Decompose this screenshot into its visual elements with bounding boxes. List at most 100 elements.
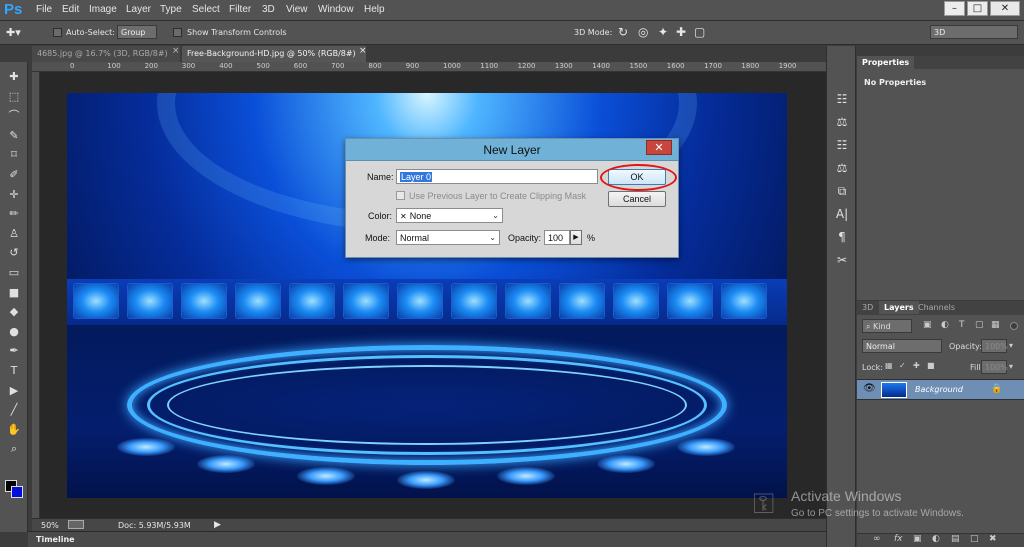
workspace-dropdown[interactable]: 3D bbox=[930, 25, 1018, 39]
lasso-tool-icon[interactable]: ⌒ bbox=[5, 107, 23, 124]
layer-name-input[interactable]: Layer 0 bbox=[396, 169, 598, 184]
close-tab-icon[interactable]: × bbox=[172, 46, 180, 56]
3d-slide-icon[interactable]: ✚ bbox=[676, 25, 686, 39]
document-tab-free-background[interactable]: Free-Background-HD.jpg @ 50% (RGB/8#) bbox=[182, 46, 366, 62]
status-icon[interactable] bbox=[68, 520, 84, 529]
hand-tool-icon[interactable]: ✋ bbox=[5, 421, 23, 438]
background-color-swatch[interactable] bbox=[11, 486, 23, 498]
dodge-tool-icon[interactable]: ● bbox=[5, 323, 23, 340]
line-tool-icon[interactable]: ╱ bbox=[5, 401, 23, 418]
fill-arrow-icon[interactable]: ▾ bbox=[1009, 362, 1013, 371]
color-select[interactable]: ✕ None ⌄ bbox=[396, 208, 503, 223]
healing-brush-tool-icon[interactable]: ✛ bbox=[5, 186, 23, 203]
panel-shortcut-icon[interactable]: ⚖ bbox=[833, 159, 851, 177]
menu-type[interactable]: Type bbox=[160, 4, 182, 15]
menu-select[interactable]: Select bbox=[192, 4, 220, 15]
new-layer-icon[interactable]: □ bbox=[970, 534, 979, 544]
cancel-button[interactable]: Cancel bbox=[608, 191, 666, 207]
history-brush-tool-icon[interactable]: ↺ bbox=[5, 244, 23, 261]
close-window-button[interactable]: ✕ bbox=[990, 1, 1020, 16]
show-transform-checkbox[interactable] bbox=[173, 28, 182, 37]
filter-type-icon[interactable]: T bbox=[959, 320, 965, 330]
menu-edit[interactable]: Edit bbox=[62, 4, 79, 15]
close-tab-icon[interactable]: × bbox=[359, 46, 367, 56]
restore-button[interactable]: □ bbox=[967, 1, 988, 16]
menu-image[interactable]: Image bbox=[89, 4, 117, 15]
filter-toggle[interactable] bbox=[1010, 322, 1018, 330]
panel-shortcut-icon[interactable]: ⧉ bbox=[833, 182, 851, 200]
new-group-icon[interactable]: ▤ bbox=[951, 534, 960, 544]
delete-layer-icon[interactable]: ✖ bbox=[989, 534, 997, 544]
auto-select-checkbox[interactable] bbox=[53, 28, 62, 37]
move-tool-icon[interactable]: ✚ bbox=[5, 68, 23, 85]
gradient-tool-icon[interactable]: ■ bbox=[5, 284, 23, 301]
filter-smart-object-icon[interactable]: ▦ bbox=[991, 320, 1000, 330]
filter-adjustment-icon[interactable]: ◐ bbox=[941, 320, 949, 330]
3d-rotate-icon[interactable]: ↻ bbox=[618, 25, 628, 39]
layer-opacity-field[interactable]: 100% bbox=[981, 339, 1008, 353]
clone-stamp-tool-icon[interactable]: ♙ bbox=[5, 225, 23, 242]
crop-tool-icon[interactable]: ⌑ bbox=[5, 146, 23, 163]
opacity-slider-arrow-icon[interactable]: ▶ bbox=[570, 230, 582, 245]
menu-filter[interactable]: Filter bbox=[229, 4, 251, 15]
quick-select-tool-icon[interactable]: ✎ bbox=[5, 127, 23, 144]
clipping-mask-checkbox[interactable] bbox=[396, 191, 405, 200]
blur-tool-icon[interactable]: ◆ bbox=[5, 303, 23, 320]
timeline-tab[interactable]: Timeline bbox=[36, 535, 75, 544]
layer-fill-field[interactable]: 100% bbox=[981, 360, 1008, 374]
status-menu-arrow-icon[interactable]: ▶ bbox=[214, 520, 221, 530]
opacity-arrow-icon[interactable]: ▾ bbox=[1009, 341, 1013, 350]
brush-tool-icon[interactable]: ✏ bbox=[5, 205, 23, 222]
link-layers-icon[interactable]: ∞ bbox=[873, 534, 881, 544]
blend-mode-dropdown[interactable]: Normal bbox=[862, 339, 942, 353]
3d-scale-icon[interactable]: ▢ bbox=[694, 25, 705, 39]
panel-shortcut-icon[interactable]: ¶ bbox=[833, 228, 851, 246]
zoom-tool-icon[interactable]: ⌕ bbox=[5, 440, 23, 457]
opacity-input[interactable]: 100 bbox=[544, 230, 570, 245]
panel-shortcut-icon[interactable]: ☷ bbox=[833, 136, 851, 154]
add-mask-icon[interactable]: ▣ bbox=[913, 534, 922, 544]
layer-filter-dropdown[interactable]: ⌕ Kind bbox=[862, 319, 912, 333]
dialog-close-button[interactable]: ✕ bbox=[646, 140, 672, 155]
marquee-tool-icon[interactable]: ⬚ bbox=[5, 88, 23, 105]
eye-visibility-icon[interactable]: 👁 bbox=[863, 383, 876, 394]
layer-style-icon[interactable]: fx bbox=[894, 534, 903, 544]
filter-pixel-icon[interactable]: ▣ bbox=[923, 320, 932, 330]
pen-tool-icon[interactable]: ✒ bbox=[5, 342, 23, 359]
panel-shortcut-icon[interactable]: ⚖ bbox=[833, 113, 851, 131]
auto-select-dropdown[interactable]: Group bbox=[117, 25, 157, 39]
type-tool-icon[interactable]: T bbox=[5, 362, 23, 379]
tab-properties[interactable]: Properties bbox=[857, 56, 915, 69]
menu-file[interactable]: File bbox=[36, 4, 52, 15]
menu-window[interactable]: Window bbox=[318, 4, 354, 15]
3d-drag-icon[interactable]: ✦ bbox=[658, 25, 668, 39]
minimize-button[interactable]: – bbox=[944, 1, 965, 16]
adjustment-layer-icon[interactable]: ◐ bbox=[932, 534, 940, 544]
panel-shortcut-icon[interactable]: ☷ bbox=[833, 90, 851, 108]
lock-pixels-icon[interactable]: ✓ bbox=[899, 361, 906, 370]
lock-all-icon[interactable]: ■ bbox=[927, 361, 935, 370]
panel-shortcut-icon[interactable]: A| bbox=[833, 205, 851, 223]
menu-3d[interactable]: 3D bbox=[262, 4, 275, 15]
document-tab-4685[interactable]: 4685.jpg @ 16.7% (3D, RGB/8#) bbox=[32, 46, 180, 62]
eyedropper-tool-icon[interactable]: ✐ bbox=[5, 166, 23, 183]
mode-select[interactable]: Normal ⌄ bbox=[396, 230, 500, 245]
layer-row-background[interactable]: 👁 Background 🔒 bbox=[857, 379, 1024, 400]
move-tool-preset-icon[interactable]: ✚▾ bbox=[6, 26, 21, 39]
menu-layer[interactable]: Layer bbox=[126, 4, 151, 15]
tab-3d[interactable]: 3D bbox=[857, 301, 878, 314]
filter-shape-icon[interactable]: ▢ bbox=[975, 320, 984, 330]
zoom-level[interactable]: 50% bbox=[41, 521, 59, 530]
lock-transparent-icon[interactable]: ▦ bbox=[885, 361, 893, 370]
eraser-tool-icon[interactable]: ▭ bbox=[5, 264, 23, 281]
layer-name[interactable]: Background bbox=[915, 385, 963, 394]
3d-roll-icon[interactable]: ◎ bbox=[638, 25, 648, 39]
path-select-tool-icon[interactable]: ▶ bbox=[5, 382, 23, 399]
tab-channels[interactable]: Channels bbox=[913, 301, 960, 314]
timeline-panel[interactable]: Timeline bbox=[28, 531, 826, 547]
panel-shortcut-icon[interactable]: ✂ bbox=[833, 251, 851, 269]
menu-view[interactable]: View bbox=[286, 4, 308, 15]
dialog-title-bar[interactable]: New Layer ✕ bbox=[346, 139, 678, 161]
menu-help[interactable]: Help bbox=[364, 4, 385, 15]
lock-position-icon[interactable]: ✚ bbox=[913, 361, 920, 370]
